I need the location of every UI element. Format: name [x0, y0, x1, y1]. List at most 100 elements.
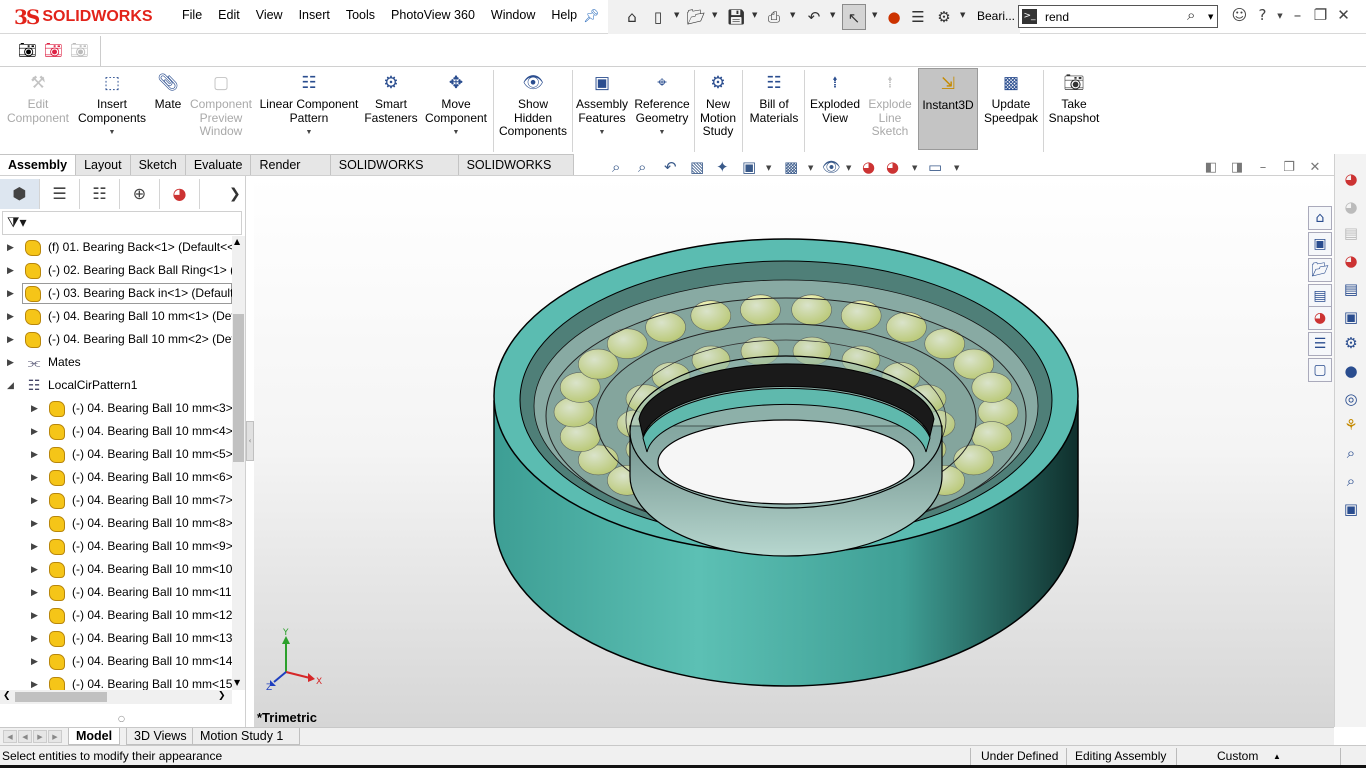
expand-arrow-icon[interactable]: ▶ [31, 489, 41, 512]
bill-of-materials-button[interactable]: ☷ Bill of Materials [746, 72, 802, 125]
tab-motion-study[interactable]: Motion Study 1 [192, 728, 300, 745]
search-icon[interactable]: ⌕ [1187, 6, 1195, 24]
take-snapshot-button[interactable]: 📷︎ Take Snapshot [1046, 72, 1102, 125]
tree-node[interactable]: ▶ (-) 04. Bearing Ball 10 mm<8> [0, 512, 232, 535]
tab-model[interactable]: Model [68, 728, 121, 745]
reference-geometry-button[interactable]: ⌖ Reference Geometry ▼ [632, 72, 692, 140]
doc-restore-icon[interactable]: ❐ [1276, 160, 1302, 175]
update-speedpak-button[interactable]: ▩ Update Speedpak [982, 72, 1040, 125]
new-document-icon[interactable]: ▯ [648, 7, 668, 27]
tree-node[interactable]: ▶ (-) 04. Bearing Ball 10 mm<5> [0, 443, 232, 466]
render-region-icon[interactable]: 📷︎ [44, 41, 63, 59]
menu-photoview[interactable]: PhotoView 360 [383, 8, 483, 22]
expand-arrow-icon[interactable]: ▶ [31, 443, 41, 466]
task-forum-icon[interactable]: ⚙ [1340, 332, 1362, 354]
panel-splitter[interactable]: ‹ [246, 176, 254, 727]
task-electrical-icon[interactable]: ⌕ [1340, 470, 1362, 492]
home-icon[interactable]: ⌂ [622, 7, 642, 27]
zoom-to-area-icon[interactable]: ⌕ [638, 158, 646, 176]
expand-arrow-icon[interactable]: ▶ [7, 305, 17, 328]
tile-left-icon[interactable]: ◧ [1198, 160, 1224, 175]
rebuild-icon[interactable]: ● [884, 7, 904, 27]
view-settings-icon[interactable]: ▭ [928, 158, 942, 176]
last-tab-icon[interactable]: ▶ [48, 730, 62, 743]
view-orientation-icon[interactable]: ▣ [742, 158, 756, 176]
doc-close-icon[interactable]: ✕ [1302, 160, 1328, 175]
expand-arrow-icon[interactable]: ▶ [31, 673, 41, 690]
pin-menu-icon[interactable]: 📌︎ [583, 9, 600, 24]
select-dropdown-icon[interactable]: ▼ [872, 11, 877, 19]
tree-filter[interactable]: ⧩▾ [2, 211, 242, 235]
tab-mbd[interactable]: SOLIDWORKS MBD [458, 154, 575, 193]
options-gear-icon[interactable]: ⚙ [934, 7, 954, 27]
custom-properties-icon[interactable]: ☰ [1308, 332, 1332, 356]
bearing-model[interactable] [254, 176, 1334, 727]
section-view-icon[interactable]: ▧ [690, 158, 704, 176]
collapse-arrow-icon[interactable]: ◢ [7, 374, 17, 397]
apply-scene-icon[interactable]: ◕ [886, 158, 899, 176]
tree-horizontal-scrollbar[interactable]: ❮ ❯ [0, 690, 232, 704]
assembly-features-button[interactable]: ▣ Assembly Features ▼ [574, 72, 630, 140]
scroll-up-icon[interactable]: ▲ [234, 237, 240, 246]
chevron-down-icon[interactable]: ▼ [954, 164, 959, 172]
chevron-right-icon[interactable]: ❯ [229, 186, 241, 202]
chevron-down-icon[interactable]: ▼ [766, 164, 771, 172]
chevron-down-icon[interactable]: ▼ [846, 164, 851, 172]
scroll-thumb[interactable] [15, 692, 107, 702]
save-icon[interactable]: 💾︎ [726, 7, 746, 27]
open-folder-icon[interactable]: 📂︎ [1308, 258, 1332, 282]
home-view-icon[interactable]: ⌂ [1308, 206, 1332, 230]
expand-arrow-icon[interactable]: ▶ [31, 581, 41, 604]
task-mysolidworks-icon[interactable]: ▣ [1340, 498, 1362, 520]
forum-icon[interactable]: ▢ [1308, 358, 1332, 382]
tree-node[interactable]: ▶ (-) 04. Bearing Ball 10 mm<15: [0, 673, 232, 690]
chevron-down-icon[interactable]: ▼ [808, 164, 813, 172]
tree-node[interactable]: ▶ (-) 04. Bearing Ball 10 mm<3> [0, 397, 232, 420]
expand-arrow-icon[interactable]: ▶ [31, 627, 41, 650]
prev-tab-icon[interactable]: ◀ [18, 730, 32, 743]
dynamic-annotation-icon[interactable]: ✦ [716, 158, 729, 176]
expand-arrow-icon[interactable]: ▶ [31, 397, 41, 420]
mate-button[interactable]: 📎︎ Mate [150, 72, 186, 112]
tree-node[interactable]: ▶ (f) 01. Bearing Back<1> (Default<< [0, 236, 232, 259]
instant3d-button[interactable]: ⇲ Instant3D [918, 68, 978, 150]
chevron-down-icon[interactable]: ▼ [256, 126, 362, 140]
feature-tree-tab-icon[interactable]: ⬢ [0, 179, 40, 209]
undo-icon[interactable]: ↶ [804, 7, 824, 27]
tile-right-icon[interactable]: ◨ [1224, 160, 1250, 175]
print-dropdown-icon[interactable]: ▼ [790, 11, 795, 19]
panel-grip-icon[interactable]: ○ [118, 714, 125, 723]
doc-minimize-icon[interactable]: – [1250, 160, 1276, 175]
tree-vertical-scrollbar[interactable]: ▲ ▼ [232, 236, 245, 690]
solidworks-logo[interactable]: 3S SOLIDWORKS [14, 4, 153, 30]
undo-dropdown-icon[interactable]: ▼ [830, 11, 835, 19]
render-camera-icon[interactable]: 📷︎ [18, 41, 37, 59]
exploded-view-button[interactable]: ⭫ Exploded View [806, 72, 864, 125]
task-file-explorer-icon[interactable]: ▤ [1340, 222, 1362, 244]
display-style-icon[interactable]: ▩ [784, 158, 798, 176]
tree-node[interactable]: ▶ (-) 04. Bearing Ball 10 mm<14: [0, 650, 232, 673]
chevron-down-icon[interactable]: ▼ [912, 164, 917, 172]
chevron-down-icon[interactable]: ▼ [632, 126, 692, 140]
task-search-icon[interactable]: ● [1340, 360, 1362, 382]
zoom-to-fit-icon[interactable]: ⌕ [612, 158, 620, 176]
expand-arrow-icon[interactable]: ▶ [31, 558, 41, 581]
expand-arrow-icon[interactable]: ▶ [31, 466, 41, 489]
new-motion-study-button[interactable]: ⚙ New Motion Study [696, 72, 740, 139]
task-view-palette-icon[interactable]: ◕ [1340, 250, 1362, 272]
menu-view[interactable]: View [248, 8, 291, 22]
tab-layout[interactable]: Layout [76, 154, 131, 176]
user-icon[interactable]: ☺ [1228, 6, 1251, 26]
tree-node[interactable]: ▶ (-) 04. Bearing Ball 10 mm<10: [0, 558, 232, 581]
restore-icon[interactable]: ❐ [1309, 6, 1332, 26]
minimize-icon[interactable]: – [1286, 6, 1309, 26]
menu-tools[interactable]: Tools [338, 8, 383, 22]
options-dropdown-icon[interactable]: ▼ [960, 11, 965, 19]
chevron-down-icon[interactable]: ▼ [76, 126, 148, 140]
view-palette-icon[interactable]: ▤ [1308, 284, 1332, 308]
tab-render-tools[interactable]: Render Tools [251, 154, 331, 193]
tree-node[interactable]: ▶ (-) 04. Bearing Ball 10 mm<9> [0, 535, 232, 558]
hide-show-items-icon[interactable]: 👁︎ [822, 158, 841, 176]
search-dropdown-icon[interactable]: ▼ [1208, 13, 1213, 21]
collapse-panel-icon[interactable]: ‹ [246, 421, 254, 461]
